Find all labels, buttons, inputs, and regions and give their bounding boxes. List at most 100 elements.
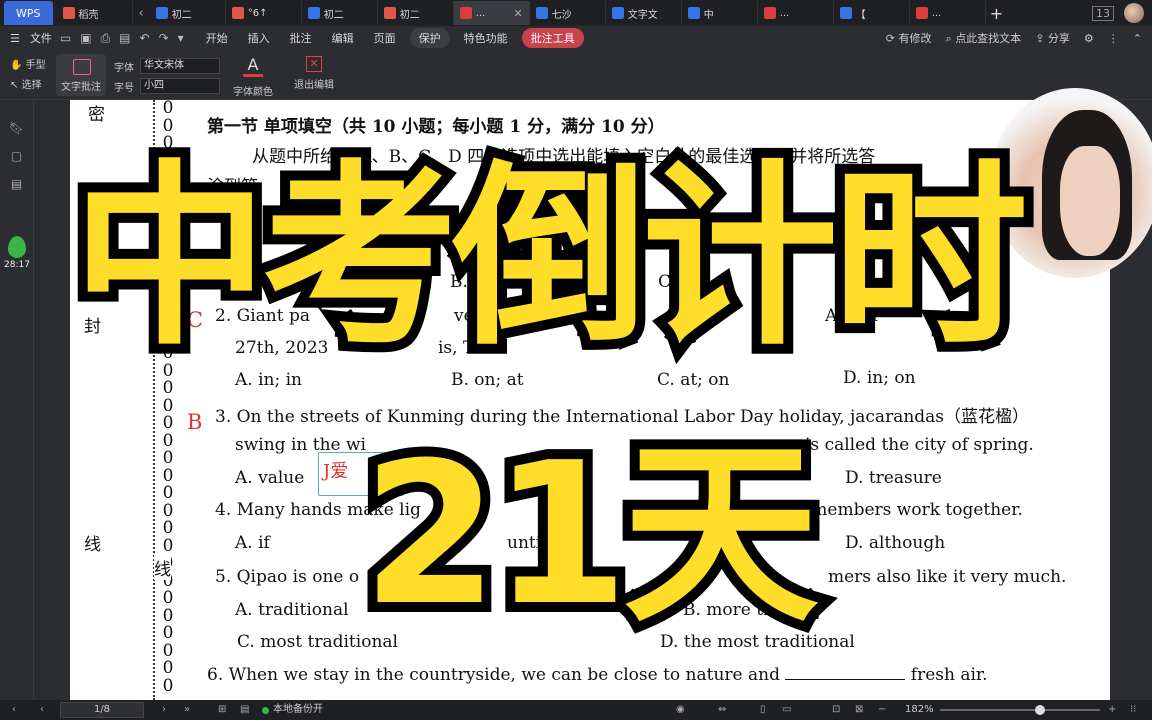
menu-insert[interactable]: 插入: [238, 30, 280, 46]
next-page-icon[interactable]: ›: [162, 700, 166, 720]
document-tab[interactable]: °6↑: [226, 1, 302, 25]
new-tab-icon[interactable]: +: [990, 4, 1003, 23]
fit-width-icon[interactable]: ⇔: [718, 700, 726, 720]
collapse-ribbon-icon[interactable]: ⌃: [1133, 32, 1142, 45]
menu-comment[interactable]: 批注: [280, 30, 322, 46]
redo-icon[interactable]: ↷: [159, 31, 169, 46]
document-tab-active[interactable]: ... ✕: [453, 1, 530, 25]
single-page-icon[interactable]: ▯: [760, 700, 766, 720]
q4-line-end: ll members work together.: [795, 500, 1023, 520]
bookmark-icon[interactable]: 🔖︎: [0, 114, 33, 142]
search-box[interactable]: ⌕ 点此查找文本: [946, 30, 1022, 46]
print-icon[interactable]: ▤: [119, 31, 130, 46]
zoom-out-icon[interactable]: −: [878, 700, 886, 720]
font-settings: 字体 华文宋体 字号 小四: [114, 56, 220, 96]
window-count-icon[interactable]: 13: [1092, 5, 1114, 21]
eye-protection-icon[interactable]: ◉: [676, 700, 685, 720]
document-tab[interactable]: 文字文: [606, 1, 682, 25]
text-annotate-button[interactable]: 文字批注: [56, 54, 106, 96]
document-tab[interactable]: 初二: [378, 1, 454, 25]
first-page-icon[interactable]: ‹: [40, 700, 44, 720]
q3-option-d: D. treasure: [845, 468, 942, 488]
q2-option-c: C. at; on: [657, 370, 730, 390]
last-page-icon[interactable]: »: [184, 700, 190, 720]
timer-widget[interactable]: 28:17: [3, 236, 31, 270]
prev-page-icon[interactable]: ‹: [12, 700, 16, 720]
margin-zero: 0: [162, 588, 174, 608]
docer-icon: [62, 7, 75, 19]
avatar[interactable]: [1124, 3, 1144, 23]
answer-blank: [785, 679, 906, 680]
undo-icon[interactable]: ↶: [140, 31, 150, 46]
thumbnail-icon[interactable]: ▢: [0, 142, 33, 170]
countdown-days: 21天: [352, 420, 829, 650]
annotation-list-icon[interactable]: ▤: [0, 170, 33, 198]
hamburger-menu-icon[interactable]: ☰: [0, 32, 30, 45]
open-folder-icon[interactable]: ▭: [60, 31, 71, 46]
zoom-in-icon[interactable]: +: [1108, 700, 1116, 720]
share-button[interactable]: ⇪ 分享: [1035, 30, 1070, 46]
q5-option-a: A. traditional: [235, 600, 349, 620]
select-tool[interactable]: ↖ 选择: [10, 76, 46, 96]
document-tab[interactable]: 初二: [150, 1, 226, 25]
cursor-tools: ✋ 手型 ↖ 选择: [10, 56, 46, 96]
settings-icon[interactable]: ⚙: [1084, 32, 1094, 45]
wps-home-tab[interactable]: WPS: [4, 1, 53, 25]
double-page-icon[interactable]: ▭: [782, 700, 791, 720]
menu-edit[interactable]: 编辑: [322, 30, 364, 46]
font-size-select[interactable]: 小四: [140, 78, 220, 94]
add-page-icon[interactable]: ⊞: [218, 700, 226, 720]
answer-mark-b: B: [187, 410, 203, 434]
fit-page-icon[interactable]: ⊠: [855, 700, 863, 720]
exit-edit-button[interactable]: ✕ 退出编辑: [292, 56, 336, 91]
menu-page[interactable]: 页面: [364, 30, 406, 46]
page-indicator[interactable]: 1/8: [60, 702, 144, 718]
q5-line-end: mers also like it very much.: [828, 567, 1067, 587]
document-tab[interactable]: 稻壳: [57, 1, 133, 25]
document-tab[interactable]: ...: [758, 1, 834, 25]
more-icon[interactable]: ⋮: [1108, 32, 1119, 45]
wps-window: WPS 稻壳 ‹ 初二 °6↑ 初二 初二 ... ✕ 七沙 文字文 中 ... …: [0, 0, 1152, 720]
document-tab[interactable]: 中: [682, 1, 758, 25]
hand-icon: ✋: [10, 60, 23, 71]
close-tab-icon[interactable]: ✕: [513, 7, 522, 20]
q2-option-a: A. in; in: [235, 370, 302, 390]
file-menu[interactable]: 文件: [30, 30, 52, 46]
word-doc-icon: [155, 7, 168, 19]
document-tab[interactable]: 初二: [302, 1, 378, 25]
print-preview-icon[interactable]: ⎙: [101, 31, 111, 46]
margin-zero: 0: [162, 623, 174, 643]
menu-home[interactable]: 开始: [196, 30, 238, 46]
pdf-doc-icon: [763, 7, 776, 19]
document-tab[interactable]: 【: [834, 1, 910, 25]
q3-line2-end: is called the city of spring.: [805, 435, 1034, 455]
font-color-button[interactable]: A 字体颜色: [228, 56, 278, 99]
margin-zero: 0: [162, 413, 174, 433]
margin-zero: 0: [162, 675, 174, 696]
more-dropdown-icon[interactable]: ▾: [178, 31, 184, 46]
menu-annotate-tool[interactable]: 批注工具: [521, 28, 584, 48]
modified-status[interactable]: ⟳ 有修改: [886, 30, 932, 46]
word-doc-icon: [839, 7, 852, 19]
tab-scroll-left-icon[interactable]: ‹: [133, 6, 150, 21]
zoom-level[interactable]: 182%: [905, 700, 934, 720]
save-icon[interactable]: ▣: [80, 31, 91, 46]
pdf-doc-icon: [915, 7, 928, 19]
document-tab[interactable]: ...: [910, 1, 986, 25]
local-backup-status[interactable]: 本地备份开: [262, 700, 323, 720]
page-layout-icon[interactable]: ▤: [240, 700, 249, 720]
actual-size-icon[interactable]: ⊡: [832, 700, 840, 720]
hand-tool[interactable]: ✋ 手型: [10, 56, 46, 76]
menu-special[interactable]: 特色功能: [454, 30, 518, 46]
font-family-select[interactable]: 华文宋体: [140, 58, 220, 74]
font-color-icon: A: [243, 56, 263, 77]
zoom-slider[interactable]: [940, 705, 1100, 715]
tab-bar: WPS 稻壳 ‹ 初二 °6↑ 初二 初二 ... ✕ 七沙 文字文 中 ... …: [0, 0, 1152, 26]
zoom-slider-knob[interactable]: [1035, 705, 1045, 715]
document-tab[interactable]: 七沙: [530, 1, 606, 25]
menu-bar: ☰ 文件 ▭ ▣ ⎙ ▤ ↶ ↷ ▾ 开始 插入 批注 编辑 页面 保护 特色功…: [0, 26, 1152, 50]
menu-protect[interactable]: 保护: [409, 28, 450, 48]
margin-zero: 0: [162, 483, 174, 503]
pdf-doc-icon: [459, 7, 472, 19]
apps-grid-icon[interactable]: ⁝⁝: [1130, 700, 1136, 720]
